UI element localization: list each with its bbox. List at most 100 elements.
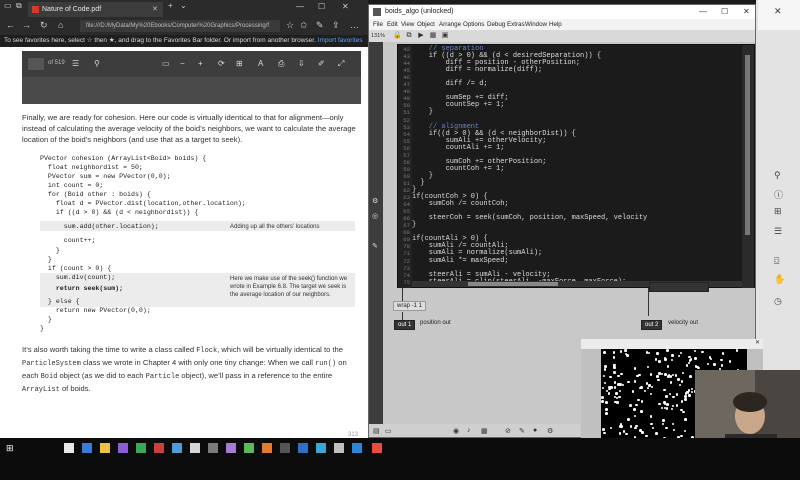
favorite-star-icon[interactable]: ☆ [286,20,294,31]
fit-page-icon[interactable]: ▭ [162,59,170,68]
app-taskbar-icon[interactable] [226,443,236,453]
page-view-icon[interactable]: ⊞ [236,59,243,68]
search-taskbar-icon[interactable] [64,443,74,453]
app-taskbar-icon[interactable] [244,443,254,453]
windows-icon[interactable]: ⊞ [6,443,16,453]
menu-options[interactable]: Options [463,19,484,30]
toc-icon[interactable]: ☰ [72,59,79,68]
lock-icon[interactable]: ▤ [373,427,380,435]
app-taskbar-icon[interactable] [298,443,308,453]
zoom-level[interactable]: 131% [371,31,391,41]
wrap-object[interactable]: wrap -1 1 [393,301,427,311]
close-icon[interactable]: ✕ [755,339,760,346]
tab-close-icon[interactable]: ✕ [152,2,158,17]
app-taskbar-icon[interactable] [262,443,272,453]
print-icon[interactable]: ⎙ [278,59,284,69]
grid-icon[interactable]: ▦ [481,427,488,435]
app-taskbar-icon[interactable] [172,443,182,453]
forward-icon[interactable]: → [22,20,31,30]
edit-icon[interactable]: ✎ [519,427,525,435]
app-taskbar-icon[interactable] [118,443,128,453]
settings-icon[interactable]: ⚙ [372,197,378,205]
draw-icon[interactable]: ✐ [318,59,325,68]
compass-icon[interactable]: ⚙ [547,427,553,435]
horizontal-scroll-thumb[interactable] [468,282,558,286]
out2-object[interactable]: out 2 [641,320,663,330]
read-aloud-icon[interactable]: A [258,59,263,68]
app-taskbar-icon[interactable] [352,443,362,453]
app-taskbar-icon[interactable] [334,443,344,453]
refresh-icon[interactable]: ↻ [40,20,48,31]
zoom-in-icon[interactable]: + [198,59,203,68]
back-icon[interactable]: ← [6,20,15,30]
out2-comment[interactable]: velocity out [665,319,701,329]
tab-list-icon[interactable]: ▭ [4,1,12,10]
out1-object[interactable]: out 1 [394,320,416,330]
reference-icon[interactable]: ☰ [774,226,782,237]
menu-edit[interactable]: Edit [387,19,398,30]
minimize-icon[interactable]: — [296,2,304,11]
menu-window[interactable]: Window [525,19,547,30]
menu-arrange[interactable]: Arrange [439,19,461,30]
menu-extras[interactable]: Extras [507,19,525,30]
tab-nature-of-code[interactable]: Nature of Code.pdf ✕ [28,2,163,17]
tab-dropdown-icon[interactable]: ⌄ [180,1,187,10]
app-taskbar-icon[interactable] [154,443,164,453]
close-icon[interactable]: ✕ [774,6,782,17]
hand-icon[interactable]: ✋ [774,274,785,285]
wrench-icon[interactable]: ✎ [372,242,378,250]
address-bar[interactable]: file:///D:/MyData/My%20Ebooks/Computer%2… [80,20,280,32]
page-number-input[interactable] [28,58,44,70]
clear-icon[interactable]: ⊘ [505,427,511,435]
favorites-icon[interactable]: ✩ [300,20,308,31]
window-close-area[interactable]: ✕ [758,0,800,30]
target-icon[interactable]: ◎ [372,212,378,220]
clock-icon[interactable]: ◷ [774,296,782,307]
lock-icon[interactable]: 🔒 [393,32,402,40]
audio-icon[interactable]: ♪ [467,427,471,434]
highlight-icon[interactable]: ● [533,427,537,434]
new-tab-icon[interactable]: + [168,1,173,10]
more-icon[interactable]: … [350,20,359,30]
app-taskbar-icon[interactable] [316,443,326,453]
back-tabs-icon[interactable]: ⧉ [16,1,22,11]
info-icon[interactable]: ⓘ [774,188,783,201]
import-favorites-link[interactable]: Import favorites [318,37,363,44]
tile-icon[interactable]: ▣ [441,32,449,40]
menu-debug[interactable]: Debug [487,19,505,30]
app-taskbar-icon[interactable] [136,443,146,453]
copy-icon[interactable]: ⧉ [405,32,413,40]
menu-file[interactable]: File [373,19,383,30]
menu-help[interactable]: Help [549,19,562,30]
home-icon[interactable]: ⌂ [58,20,63,30]
explorer-taskbar-icon[interactable] [100,443,110,453]
app-taskbar-icon[interactable] [208,443,218,453]
camera-icon[interactable]: ⌼ [774,256,779,267]
patch-cord[interactable] [648,288,649,316]
rotate-icon[interactable]: ⟳ [218,59,225,68]
grid-icon[interactable]: ▦ [429,32,437,40]
out1-comment[interactable]: position out [417,319,454,329]
maximize-icon[interactable]: ☐ [721,5,728,19]
search-icon[interactable]: ⚲ [94,59,100,68]
save-icon[interactable]: ⇩ [298,59,305,68]
minimize-icon[interactable]: — [699,5,707,19]
vertical-scroll-thumb[interactable] [745,55,750,235]
app-taskbar-icon[interactable] [372,443,382,453]
codebox-editor[interactable]: 42 43 44 45 46 47 48 49 50 51 52 53 54 55 56 57 58 59 60 61… [397,44,755,288]
share-icon[interactable]: ⇪ [332,20,340,31]
zoom-out-icon[interactable]: − [180,59,185,68]
menu-view[interactable]: View [401,19,414,30]
notes-icon[interactable]: ✎ [316,20,324,31]
selected-object[interactable] [649,282,709,292]
debug-icon[interactable]: ◉ [453,427,459,435]
close-window-icon[interactable]: ✕ [743,5,750,19]
app-taskbar-icon[interactable] [280,443,290,453]
inspector-icon[interactable]: ⊞ [774,206,782,217]
app-taskbar-icon[interactable] [190,443,200,453]
patch-cord[interactable] [402,288,403,302]
presentation-icon[interactable]: ▭ [385,427,392,435]
close-window-icon[interactable]: ✕ [342,2,349,11]
maximize-icon[interactable]: ☐ [318,2,325,11]
search-icon[interactable]: ⚲ [774,170,781,181]
